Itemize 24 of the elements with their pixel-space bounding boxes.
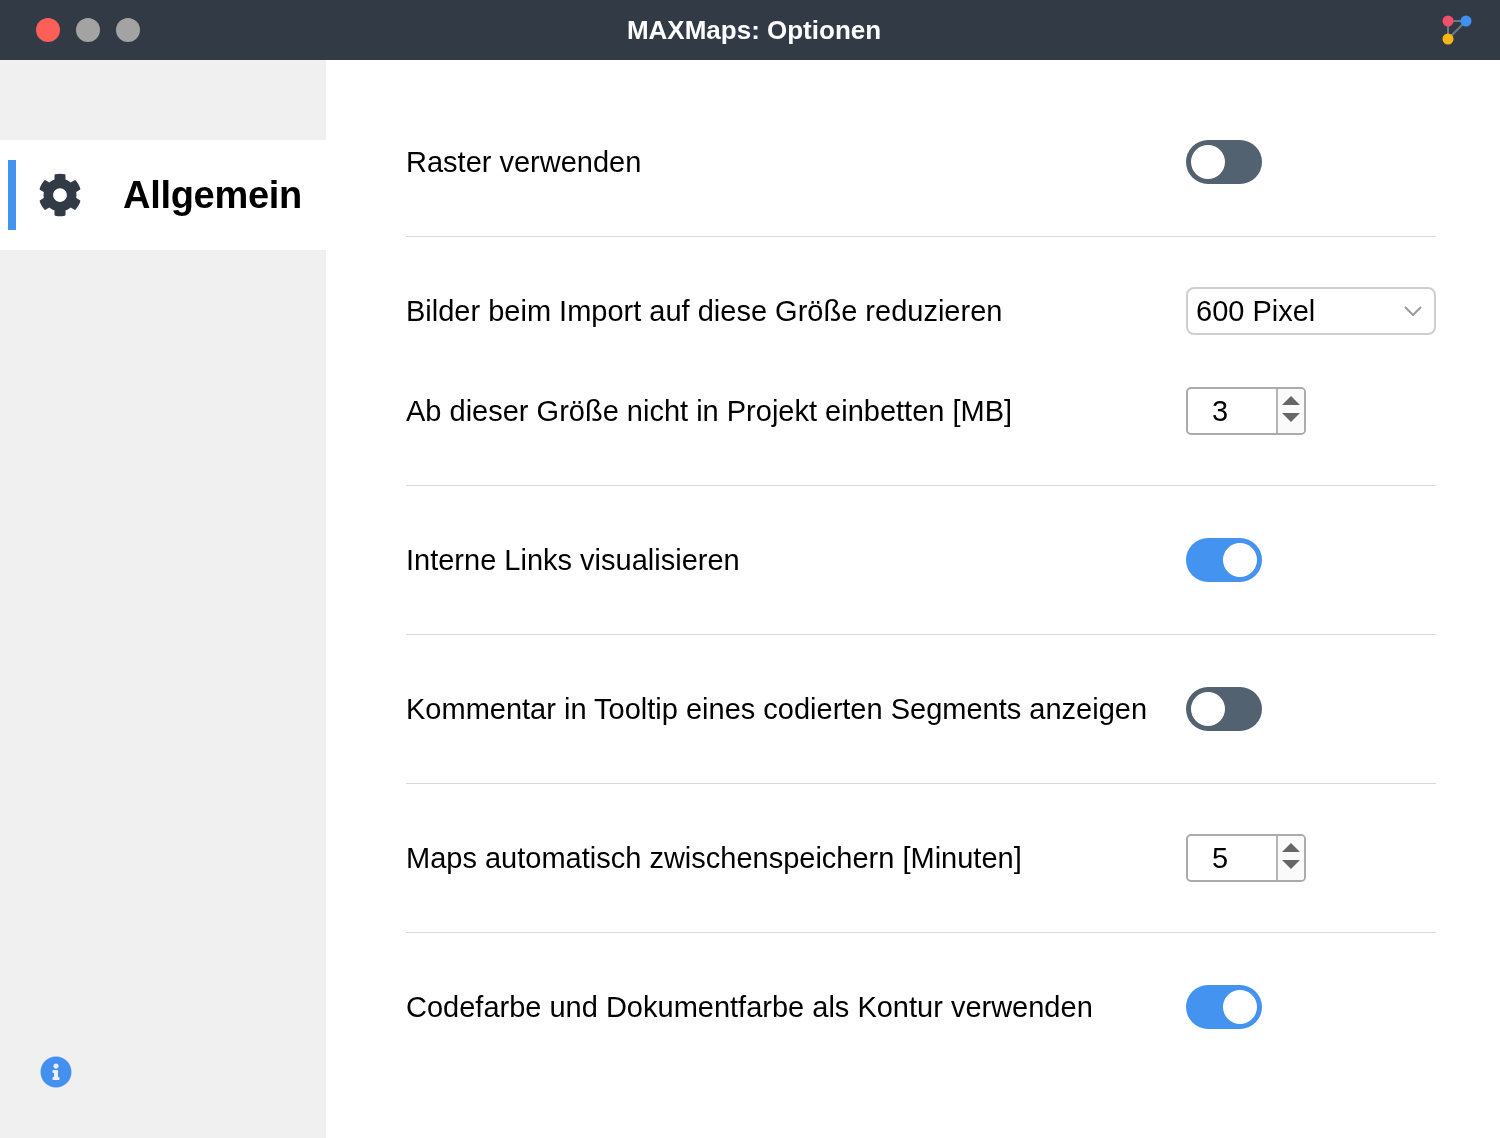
window-title: MAXMaps: Optionen (626, 14, 882, 46)
number-field[interactable]: 3 (1186, 387, 1306, 435)
info-icon[interactable] (40, 1056, 72, 1088)
toggle-switch[interactable] (1186, 140, 1262, 184)
setting-label: Ab dieser Größe nicht in Projekt einbetten [MB] (406, 393, 1014, 429)
sidebar-item[interactable]: Allgemein (0, 140, 326, 250)
selection-indicator (8, 160, 16, 230)
stepper-arrows-icon[interactable] (1276, 836, 1304, 880)
toggle-switch[interactable] (1186, 985, 1262, 1029)
setting-label: Kommentar in Tooltip eines codierten Segments anzeigen (406, 691, 1148, 727)
setting-label: Maps automatisch zwischenspeichern [Minuten] (406, 840, 1023, 876)
number-field[interactable]: 5 (1186, 834, 1306, 882)
setting-label: Interne Links visualisieren (406, 542, 741, 578)
connected-dots-icon (1442, 15, 1472, 45)
setting-label: Bilder beim Import auf diese Größe reduzieren (406, 293, 1004, 329)
stepper-arrows-icon[interactable] (1276, 389, 1304, 433)
settings-icon (38, 173, 82, 217)
toggle-switch[interactable] (1186, 687, 1262, 731)
setting-label: Raster verwenden (406, 144, 643, 180)
toggle-switch[interactable] (1186, 538, 1262, 582)
close-button[interactable] (36, 18, 60, 42)
dropdown[interactable]: 600 Pixel (1186, 287, 1436, 335)
setting-label: Codefarbe und Dokumentfarbe als Kontur verwenden (406, 989, 1094, 1025)
chevron-down-icon (1404, 306, 1422, 316)
